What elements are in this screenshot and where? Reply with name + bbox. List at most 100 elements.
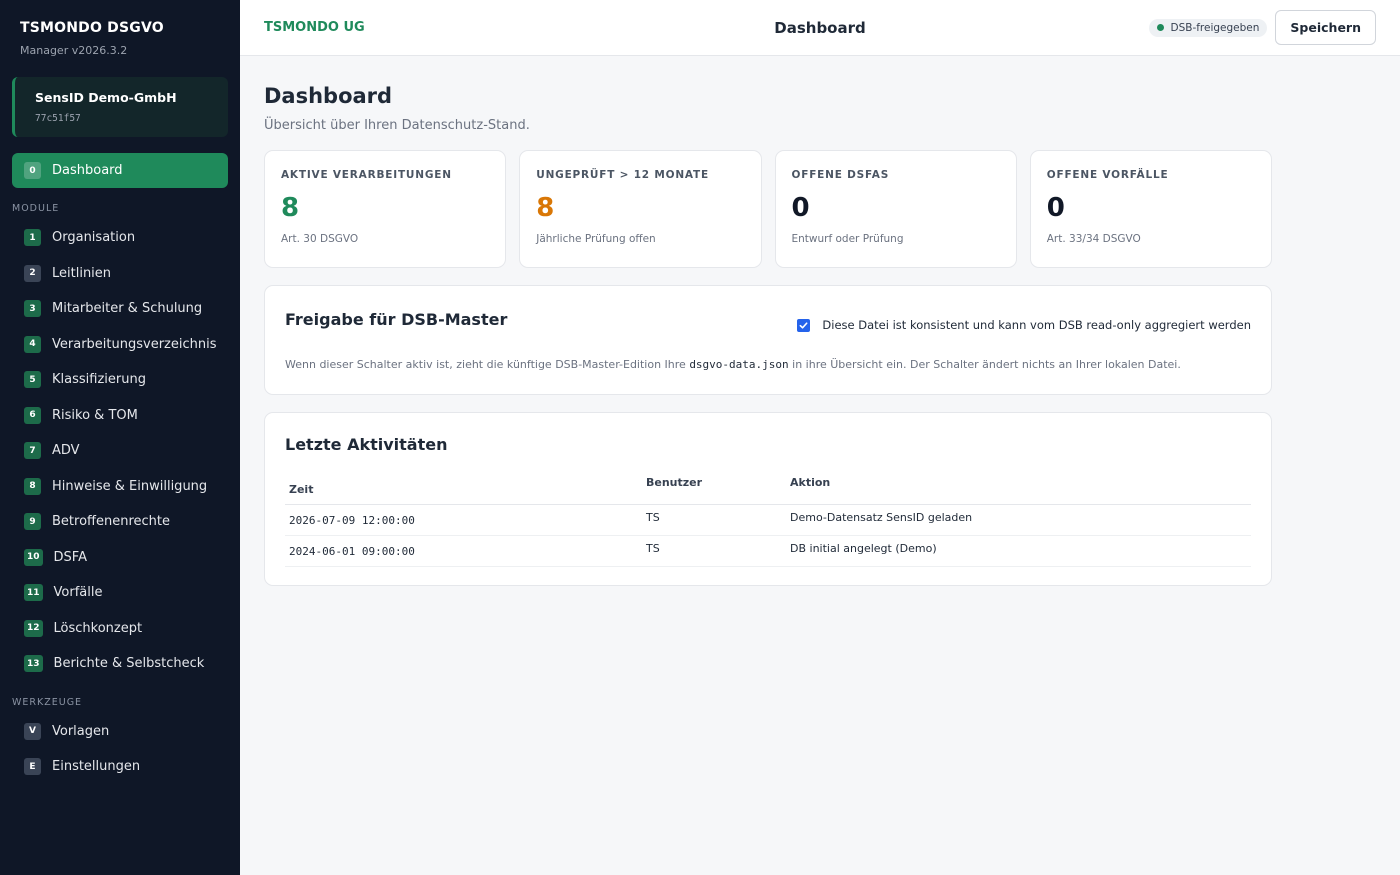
sidebar-item-hinweise-einwilligung[interactable]: 8 Hinweise & Einwilligung bbox=[12, 469, 228, 505]
sidebar-item-vorfaelle[interactable]: 11 Vorfälle bbox=[12, 575, 228, 611]
nav-number-badge: 4 bbox=[24, 335, 41, 353]
stat-note: Entwurf oder Prüfung bbox=[791, 233, 904, 245]
stat-value: 8 bbox=[281, 193, 300, 223]
column-header-aktion: Aktion bbox=[786, 472, 1251, 505]
sidebar-item-label: Dashboard bbox=[52, 163, 123, 178]
activity-action-cell: DB initial angelegt (Demo) bbox=[786, 535, 1251, 567]
table-row: 2024-06-01 09:00:00 TS DB initial angelegt… bbox=[285, 535, 1251, 567]
save-button[interactable]: Speichern bbox=[1275, 10, 1376, 45]
sidebar-item-label: ADV bbox=[52, 443, 80, 459]
activity-time-cell: 2024-06-01 09:00:00 bbox=[285, 535, 642, 567]
sidebar-item-vorlagen[interactable]: V Vorlagen bbox=[12, 714, 228, 750]
topbar-actions: DSB-freigegeben Speichern bbox=[1149, 10, 1376, 45]
sidebar-item-loeschkonzept[interactable]: 12 Löschkonzept bbox=[12, 611, 228, 647]
tools-list: V Vorlagen E Einstellungen bbox=[12, 714, 228, 785]
stat-note: Art. 30 DSGVO bbox=[281, 233, 359, 245]
release-card: Freigabe für DSB-Master Diese Datei ist … bbox=[264, 285, 1272, 395]
sidebar-item-verarbeitungsverzeichnis[interactable]: 4 Verarbeitungsverzeichnis bbox=[12, 327, 228, 363]
sidebar-item-label: Löschkonzept bbox=[53, 620, 143, 636]
column-header-benutzer: Benutzer bbox=[642, 472, 786, 505]
nav-number-badge: 8 bbox=[24, 477, 41, 495]
activity-title: Letzte Aktivitäten bbox=[285, 435, 448, 454]
sidebar-item-berichte-selbstcheck[interactable]: 13 Berichte & Selbstcheck bbox=[12, 646, 228, 682]
checkmark-icon bbox=[799, 321, 808, 329]
sidebar-item-dashboard[interactable]: 0 Dashboard bbox=[12, 153, 228, 188]
sidebar-item-klassifizierung[interactable]: 5 Klassifizierung bbox=[12, 362, 228, 398]
nav-number-badge: 0 bbox=[24, 162, 41, 179]
nav-number-badge: 7 bbox=[24, 442, 41, 460]
release-desc-before: Wenn dieser Schalter aktiv ist, zieht di… bbox=[285, 358, 690, 371]
nav-number-badge: 9 bbox=[24, 513, 41, 531]
table-row: 2026-07-09 12:00:00 TS Demo-Datensatz Sens… bbox=[285, 504, 1251, 536]
activity-action-cell: Demo-Datensatz SensID geladen bbox=[786, 504, 1251, 536]
tools-section-heading: WERKZEUGE bbox=[12, 696, 83, 708]
main-area: TSMONDO UG Dashboard DSB-freigegeben Spe… bbox=[240, 0, 1400, 875]
nav-number-badge: 5 bbox=[24, 371, 41, 389]
sidebar-item-label: Berichte & Selbstcheck bbox=[53, 656, 205, 672]
stat-label: AKTIVE VERARBEITUNGEN bbox=[281, 169, 452, 181]
sidebar-item-mitarbeiter-schulung[interactable]: 3 Mitarbeiter & Schulung bbox=[12, 291, 228, 327]
table-header-row: Zeit Benutzer Aktion bbox=[285, 472, 1251, 505]
stat-note: Art. 33/34 DSGVO bbox=[1046, 233, 1141, 245]
stats-row: AKTIVE VERARBEITUNGEN 8 Art. 30 DSGVO UNGEP… bbox=[264, 150, 1272, 268]
sidebar-item-label: Betroffenenrechte bbox=[52, 514, 170, 530]
tenant-card[interactable]: SensID Demo-GmbH 77c51f57 bbox=[12, 77, 228, 137]
sidebar-item-leitlinien[interactable]: 2 Leitlinien bbox=[12, 256, 228, 292]
stat-value: 8 bbox=[536, 193, 555, 223]
stat-card-offene-dsfas: OFFENE DSFAS 0 Entwurf oder Prüfung bbox=[774, 150, 1017, 268]
sidebar-item-adv[interactable]: 7 ADV bbox=[12, 433, 228, 469]
stat-label: UNGEPRÜFT > 12 MONATE bbox=[536, 169, 709, 181]
nav-number-badge: 6 bbox=[24, 406, 41, 424]
nav-number-badge: 1 bbox=[24, 229, 41, 247]
stat-value: 0 bbox=[791, 193, 810, 223]
sidebar: TSMONDO DSGVO Manager v2026.3.2 SensID D… bbox=[0, 0, 240, 875]
status-dot-icon bbox=[1157, 24, 1165, 31]
activity-time-cell: 2026-07-09 12:00:00 bbox=[285, 504, 642, 536]
stat-label: OFFENE DSFAS bbox=[791, 169, 890, 181]
sidebar-item-label: DSFA bbox=[53, 549, 87, 565]
sidebar-item-dsfa[interactable]: 10 DSFA bbox=[12, 540, 228, 576]
status-badge: DSB-freigegeben bbox=[1149, 18, 1268, 37]
brand-version: Manager v2026.3.2 bbox=[20, 44, 128, 57]
column-header-zeit: Zeit bbox=[285, 472, 642, 505]
activity-table: Zeit Benutzer Aktion 2026-07-09 12:00:00… bbox=[285, 472, 1251, 567]
sidebar-item-label: Vorlagen bbox=[52, 723, 110, 739]
app-root: TSMONDO DSGVO Manager v2026.3.2 SensID D… bbox=[0, 0, 1400, 875]
activity-card: Letzte Aktivitäten Zeit Benutzer Aktion … bbox=[264, 412, 1272, 586]
release-desc-after: in ihre Übersicht ein. Der Schalter ände… bbox=[788, 358, 1181, 371]
topbar-title: Dashboard bbox=[774, 18, 866, 37]
release-description: Wenn dieser Schalter aktiv ist, zieht di… bbox=[285, 358, 1181, 371]
page-title: Dashboard bbox=[264, 84, 393, 108]
tenant-id: 77c51f57 bbox=[35, 113, 81, 124]
release-checkbox[interactable] bbox=[797, 318, 811, 332]
stat-card-offene-vorfaelle: OFFENE VORFÄLLE 0 Art. 33/34 DSGVO bbox=[1029, 150, 1272, 268]
sidebar-item-label: Einstellungen bbox=[52, 759, 141, 775]
nav-number-badge: 2 bbox=[24, 264, 41, 282]
activity-user-cell: TS bbox=[642, 535, 786, 567]
module-list: 1 Organisation 2 Leitlinien 3 Mitarbeiter & S… bbox=[12, 220, 228, 682]
stat-card-ungeprueft-12-monate: UNGEPRÜFT > 12 MONATE 8 Jährliche Prüfung … bbox=[519, 150, 762, 268]
stat-card-aktive-verarbeitungen: AKTIVE VERARBEITUNGEN 8 Art. 30 DSGVO bbox=[264, 150, 507, 268]
status-badge-label: DSB-freigegeben bbox=[1170, 21, 1260, 34]
release-title: Freigabe für DSB-Master bbox=[285, 310, 508, 329]
sidebar-item-label: Mitarbeiter & Schulung bbox=[52, 301, 203, 317]
brand-title: TSMONDO DSGVO bbox=[20, 20, 164, 36]
page-subtitle: Übersicht über Ihren Datenschutz-Stand. bbox=[264, 118, 530, 133]
sidebar-item-betroffenenrechte[interactable]: 9 Betroffenenrechte bbox=[12, 504, 228, 540]
sidebar-item-label: Hinweise & Einwilligung bbox=[52, 478, 208, 494]
stat-note: Jährliche Prüfung offen bbox=[536, 233, 656, 245]
nav-number-badge: 12 bbox=[24, 619, 43, 637]
sidebar-item-einstellungen[interactable]: E Einstellungen bbox=[12, 749, 228, 785]
sidebar-item-label: Klassifizierung bbox=[52, 372, 146, 388]
sidebar-item-label: Risiko & TOM bbox=[52, 407, 138, 423]
sidebar-item-label: Verarbeitungsverzeichnis bbox=[52, 336, 217, 352]
tenant-name: SensID Demo-GmbH bbox=[35, 90, 177, 105]
nav-number-badge: 3 bbox=[24, 300, 41, 318]
nav-number-badge: 10 bbox=[24, 548, 43, 566]
nav-number-badge: V bbox=[24, 722, 41, 740]
release-checkbox-row[interactable]: Diese Datei ist konsistent und kann vom … bbox=[797, 318, 1251, 332]
sidebar-item-organisation[interactable]: 1 Organisation bbox=[12, 220, 228, 256]
nav-number-badge: 11 bbox=[24, 584, 43, 602]
sidebar-item-risiko-tom[interactable]: 6 Risiko & TOM bbox=[12, 398, 228, 434]
content: Dashboard Übersicht über Ihren Datenschu… bbox=[240, 56, 1296, 614]
